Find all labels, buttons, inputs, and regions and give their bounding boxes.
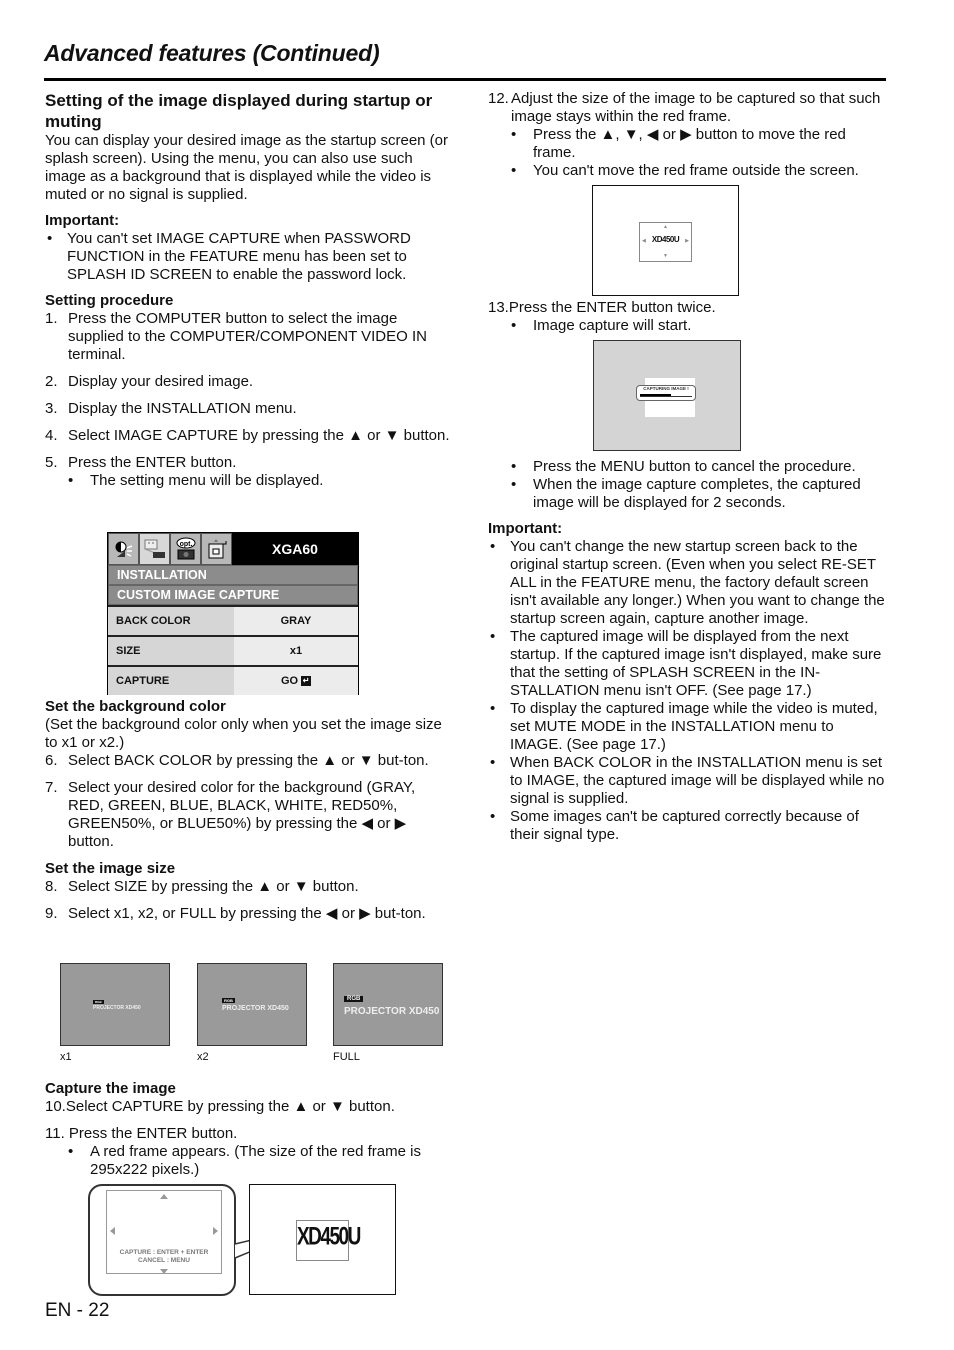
important-item: • To display the captured image while the…	[490, 700, 878, 753]
option-icon: opt.	[170, 533, 201, 565]
important-item: • The captured image will be displayed fr…	[490, 628, 882, 699]
screen-product-text: XD450U	[297, 1223, 361, 1251]
cancel-note: • Press the MENU button to cancel the pro…	[511, 458, 856, 475]
size-x2-caption: x2	[197, 1051, 209, 1063]
callout-capture-hint: CAPTURE : ENTER + ENTER	[119, 1249, 209, 1256]
capture-section: Capture the image 10.Select CAPTURE by p…	[45, 1080, 450, 1179]
procedure-heading: Setting procedure	[45, 292, 174, 309]
step-6: 6. Select BACK COLOR by pressing the ▲ or…	[45, 752, 429, 769]
left-column-lower: Set the background color (Set the backgr…	[45, 698, 450, 923]
bg-color-note: (Set the background color only when you …	[45, 716, 442, 751]
right-important-heading: Important:	[488, 520, 563, 537]
bg-color-heading: Set the background color	[45, 698, 226, 715]
capture-screen-preview: XD450U	[249, 1184, 396, 1295]
capturing-dialog: CAPTURING IMAGE !	[636, 385, 696, 401]
page-number: EN - 22	[45, 1300, 110, 1321]
step-5: 5. Press the ENTER button.	[45, 454, 237, 471]
important-item: • When BACK COLOR in the INSTALLATION men…	[490, 754, 885, 807]
osd-row-size[interactable]: SIZE x1	[108, 635, 358, 665]
important-item: • Some images can't be captured correctly…	[490, 808, 859, 843]
size-x1-thumbnail: RGB PROJECTOR XD450	[60, 963, 170, 1046]
right-step-13: 13.Press the ENTER button twice. • Image …	[488, 299, 888, 335]
step-5-note: • The setting menu will be displayed.	[68, 472, 324, 489]
step-12-note-2: • You can't move the red frame outside th…	[511, 162, 859, 179]
callout-cancel-hint: CANCEL : MENU	[138, 1257, 190, 1264]
red-frame-small: XD450U	[296, 1220, 361, 1261]
step-7: 7. Select your desired color for the back…	[45, 779, 416, 850]
complete-note: • When the image capture completes, the c…	[511, 476, 861, 511]
capturing-label: CAPTURING IMAGE !	[643, 386, 689, 391]
intro-paragraph: You can display your desired image as th…	[45, 132, 449, 203]
step-10: 10.Select CAPTURE by pressing the ▲ or ▼…	[45, 1098, 395, 1115]
image-size-heading: Set the image size	[45, 860, 176, 877]
step-11-note: • A red frame appears. (The size of the r…	[68, 1143, 421, 1178]
installation-icon	[139, 533, 170, 565]
step-1: 1. Press the COMPUTER button to select th…	[45, 310, 427, 363]
down-arrow-icon	[160, 1269, 168, 1274]
step-11: 11. Press the ENTER button.	[45, 1125, 238, 1142]
right-lower: • Press the MENU button to cancel the pro…	[488, 458, 888, 844]
section-title: Setting of the image displayed during st…	[45, 91, 433, 131]
menu-name: INSTALLATION	[108, 565, 358, 585]
capturing-screen: CAPTURING IMAGE !	[593, 340, 741, 451]
adjust-frame-screen: ▲ XD450U ◀ ▶ ▼	[592, 185, 739, 296]
osd-row-back-color[interactable]: BACK COLOR GRAY	[108, 605, 358, 635]
picture-adjust-icon	[108, 533, 139, 565]
capture-heading: Capture the image	[45, 1080, 176, 1097]
size-full-thumbnail: RGB PROJECTOR XD450	[333, 963, 443, 1046]
enter-icon: ↵	[301, 676, 312, 686]
title-rule	[44, 78, 886, 81]
step-12-note-1: • Press the ▲, ▼, ◀ or ▶ button to move t…	[511, 126, 846, 161]
step-13-note: • Image capture will start.	[511, 317, 692, 334]
left-column: Setting of the image displayed during st…	[45, 90, 450, 490]
left-arrow-icon	[110, 1227, 115, 1235]
osd-menu: opt. XGA60 INSTALLATION CUSTOM IMAGE CAP…	[107, 532, 359, 695]
important-item: • You can't change the new startup screen…	[490, 538, 885, 627]
right-column: 12. Adjust the size of the image to be ca…	[488, 90, 888, 180]
right-arrow-icon	[213, 1227, 218, 1235]
osd-row-capture[interactable]: CAPTURE GO ↵	[108, 665, 358, 695]
capture-progress-bar	[640, 394, 692, 397]
step-12: 12. Adjust the size of the image to be ca…	[488, 90, 881, 125]
step-4: 4. Select IMAGE CAPTURE by pressing the ▲…	[45, 427, 450, 444]
important-item: • You can't set IMAGE CAPTURE when PASSWO…	[47, 230, 411, 283]
red-frame: CAPTURE : ENTER + ENTER CANCEL : MENU	[106, 1190, 222, 1274]
important-heading: Important:	[45, 212, 120, 229]
red-frame-adjust: ▲ XD450U ◀ ▶ ▼	[639, 222, 692, 262]
page-title: Advanced features (Continued)	[44, 40, 380, 66]
size-x2-thumbnail: RGB PROJECTOR XD450	[197, 963, 307, 1046]
size-x1-caption: x1	[60, 1051, 72, 1063]
adjust-screen-text: XD450U	[651, 235, 680, 244]
step-13: 13.Press the ENTER button twice.	[488, 299, 716, 316]
svg-text:opt.: opt.	[179, 541, 192, 548]
step-9: 9. Select x1, x2, or FULL by pressing the…	[45, 905, 426, 922]
size-full-caption: FULL	[333, 1051, 360, 1063]
signal-label: XGA60	[272, 541, 318, 557]
up-arrow-icon	[160, 1194, 168, 1199]
submenu-name: CUSTOM IMAGE CAPTURE	[108, 585, 358, 605]
step-2: 2. Display your desired image.	[45, 373, 254, 390]
feature-icon	[201, 533, 232, 565]
capture-progress-fill	[640, 394, 672, 396]
step-8: 8. Select SIZE by pressing the ▲ or ▼ but…	[45, 878, 359, 895]
red-frame-callout: CAPTURE : ENTER + ENTER CANCEL : MENU	[88, 1184, 236, 1296]
step-3: 3. Display the INSTALLATION menu.	[45, 400, 297, 417]
